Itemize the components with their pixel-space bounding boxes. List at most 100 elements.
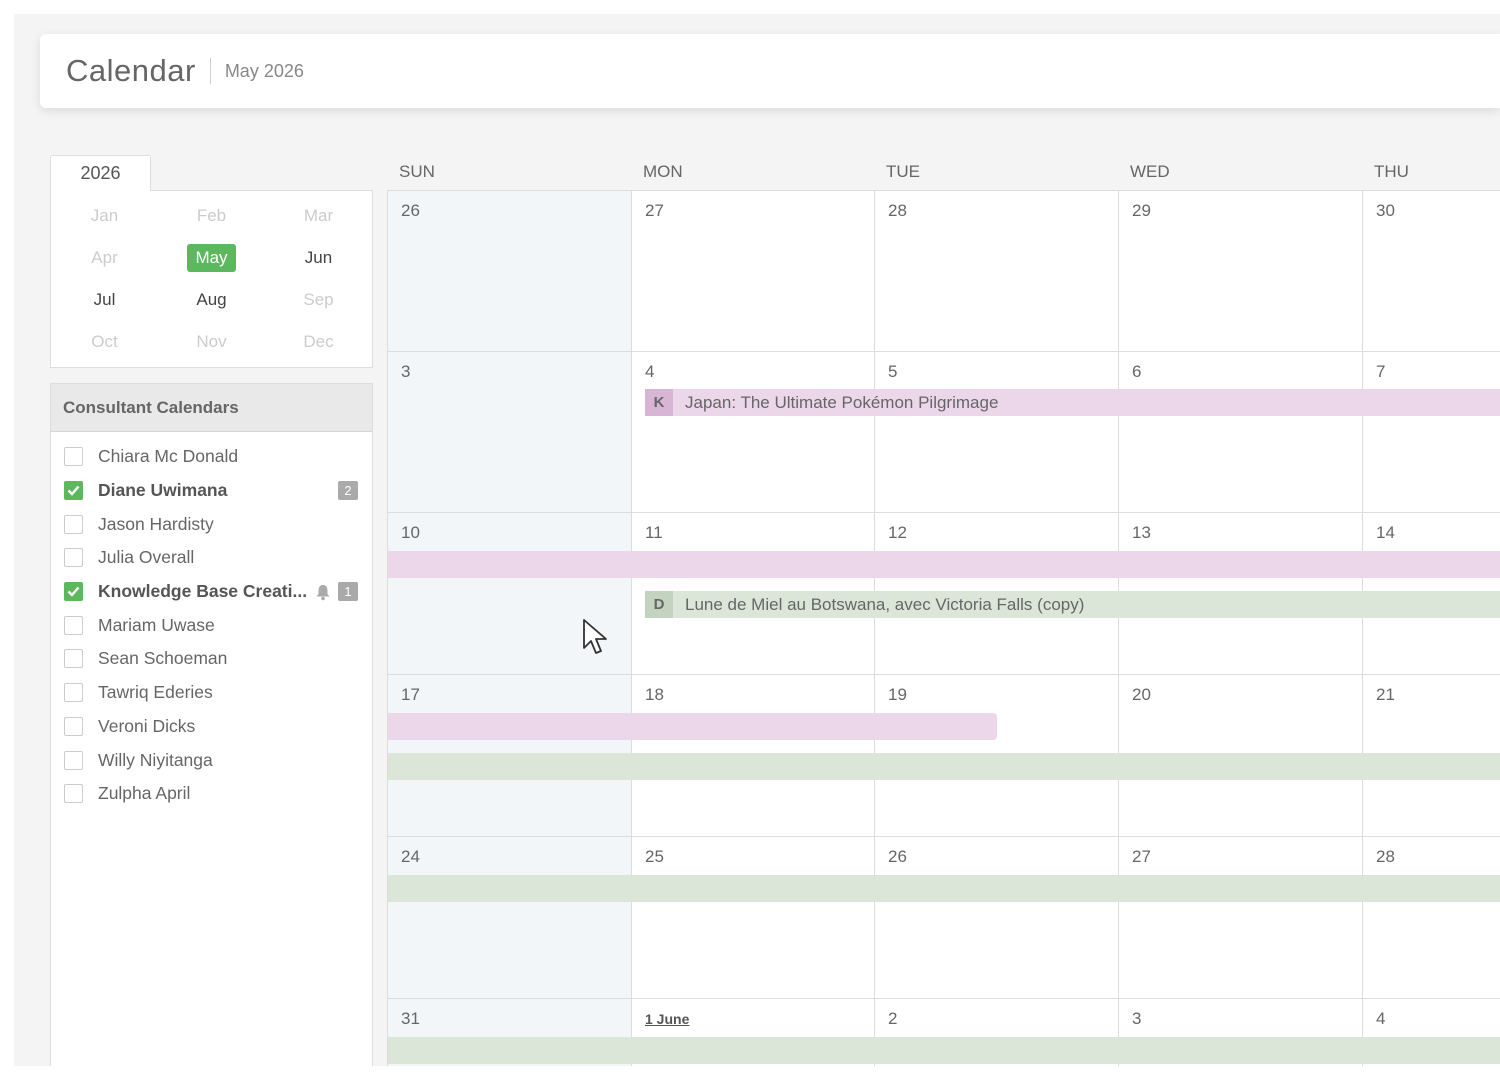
consultant-checkbox[interactable] [64,514,83,534]
consultant-name: Chiara Mc Donald [98,446,239,467]
month-jul[interactable]: Jul [51,279,158,321]
consultant-checkbox[interactable] [64,750,83,770]
consultant-item[interactable]: Chiara Mc Donald [51,440,372,474]
day-cell-number[interactable]: 6 [1132,362,1141,382]
consultant-item[interactable]: Zulpha April [51,777,372,811]
event-consultant-initial: D [645,591,673,618]
consultant-checkbox[interactable] [64,447,83,467]
day-cell-number[interactable]: 24 [401,847,420,867]
consultant-checkbox[interactable] [64,649,83,669]
calendar-event-bar[interactable] [388,1037,1500,1064]
grid-column-divider [1362,191,1363,1066]
consultant-item[interactable]: Veroni Dicks [51,710,372,744]
bell-icon[interactable] [314,583,332,601]
month-label: Oct [91,332,118,351]
day-cell-number[interactable]: 20 [1132,685,1151,705]
consultant-checkbox[interactable] [64,481,83,501]
app-window: Calendar May 2026 2026 Jan Feb Mar Apr May Ju… [14,14,1500,1066]
consultant-item[interactable]: Mariam Uwase [51,608,372,642]
month-picker: Jan Feb Mar Apr May Jun Jul Aug Sep Oct Nov Dec [50,190,373,368]
checkmark-icon [67,485,80,496]
consultant-item[interactable]: Jason Hardisty [51,507,372,541]
day-cell-number[interactable]: 14 [1376,523,1395,543]
day-cell-number[interactable]: 18 [645,685,664,705]
day-cell-number[interactable]: 7 [1376,362,1385,382]
consultant-checkbox[interactable] [64,716,83,736]
day-cell-number[interactable]: 29 [1132,201,1151,221]
day-cell-number[interactable]: 27 [1132,847,1151,867]
consultant-name: Knowledge Base Creati... [98,581,308,602]
consultant-name: Sean Schoeman [98,648,228,669]
day-cell-number[interactable]: 30 [1376,201,1395,221]
day-cell-number[interactable]: 19 [888,685,907,705]
consultant-calendars-panel: Consultant Calendars Chiara Mc Donald Dia… [50,383,373,1066]
day-cell-number[interactable]: 2 [888,1009,897,1029]
consultant-checkbox[interactable] [64,784,83,804]
day-cell-number[interactable]: 3 [401,362,410,382]
month-label: Apr [91,248,118,267]
consultant-item[interactable]: Willy Niyitanga [51,743,372,777]
grid-row-divider [388,674,1500,675]
mouse-cursor-icon [583,619,607,654]
calendar-event-bar[interactable] [388,875,1500,902]
calendar-event-bar[interactable] [388,713,997,740]
consultant-checkbox[interactable] [64,582,83,602]
calendar-grid: 26 27 28 29 30 3 4 5 6 7 10 11 12 13 14 17 18 19 20 21 24 25 2… [387,190,1500,1066]
day-cell-number[interactable]: 5 [888,362,897,382]
calendar-event-bar[interactable]: D Lune de Miel au Botswana, avec Victoria… [645,591,1500,618]
day-cell-number[interactable]: 1 June [645,1011,689,1027]
month-jan: Jan [51,195,158,237]
year-tab[interactable]: 2026 [50,155,151,191]
page-title: Calendar [66,53,196,88]
day-of-week-sun: SUN [399,162,435,181]
day-cell-number[interactable]: 4 [1376,1009,1385,1029]
day-cell-number[interactable]: 13 [1132,523,1151,543]
consultant-item[interactable]: Tawriq Ederies [51,676,372,710]
day-cell-number[interactable]: 26 [401,201,420,221]
consultant-item[interactable]: Sean Schoeman [51,642,372,676]
grid-column-divider [874,191,875,1066]
day-cell-number[interactable]: 25 [645,847,664,867]
month-label: Feb [196,206,227,225]
count-badge: 1 [338,582,358,602]
month-label: Jan [90,206,119,225]
day-cell-number[interactable]: 31 [401,1009,420,1029]
grid-column-divider [1118,191,1119,1066]
month-apr: Apr [51,237,158,279]
day-cell-number[interactable]: 12 [888,523,907,543]
month-jun[interactable]: Jun [265,237,372,279]
consultant-checkbox[interactable] [64,548,83,568]
current-month-label: May 2026 [224,60,304,81]
consultant-item[interactable]: Knowledge Base Creati... 1 [51,575,372,609]
grid-row-divider [388,836,1500,837]
day-of-week-tue: TUE [886,162,920,181]
consultant-item[interactable]: Diane Uwimana 2 [51,474,372,508]
month-may[interactable]: May [158,237,265,279]
day-cell-number[interactable]: 4 [645,362,654,382]
day-cell-number[interactable]: 28 [888,201,907,221]
consultant-checkbox[interactable] [64,683,83,703]
day-cell-number[interactable]: 28 [1376,847,1395,867]
day-cell-number[interactable]: 11 [645,523,663,543]
month-label: Aug [196,290,227,309]
consultant-name: Julia Overall [98,547,195,568]
month-label: Jul [93,290,116,309]
calendar-event-bar[interactable] [388,551,1500,578]
consultant-item[interactable]: Julia Overall [51,541,372,575]
month-aug[interactable]: Aug [158,279,265,321]
count-badge: 2 [338,481,358,501]
consultant-name: Willy Niyitanga [98,749,213,770]
day-cell-number[interactable]: 3 [1132,1009,1141,1029]
day-cell-number[interactable]: 17 [401,685,420,705]
day-cell-number[interactable]: 10 [401,523,420,543]
day-cell-number[interactable]: 21 [1376,685,1395,705]
day-cell-number[interactable]: 27 [645,201,664,221]
calendar-event-bar[interactable] [388,753,1500,780]
month-label: May [187,244,236,272]
month-calendar: SUN MON TUE WED THU 26 27 28 29 30 3 4 5 6 7 10 11 12 13 1… [387,154,1500,1066]
event-consultant-initial: K [645,389,673,416]
consultant-checkbox[interactable] [64,615,83,635]
calendar-event-bar[interactable]: K Japan: The Ultimate Pokémon Pilgrimage [645,389,1500,416]
day-cell-number[interactable]: 26 [888,847,907,867]
grid-column-divider [631,191,632,1066]
